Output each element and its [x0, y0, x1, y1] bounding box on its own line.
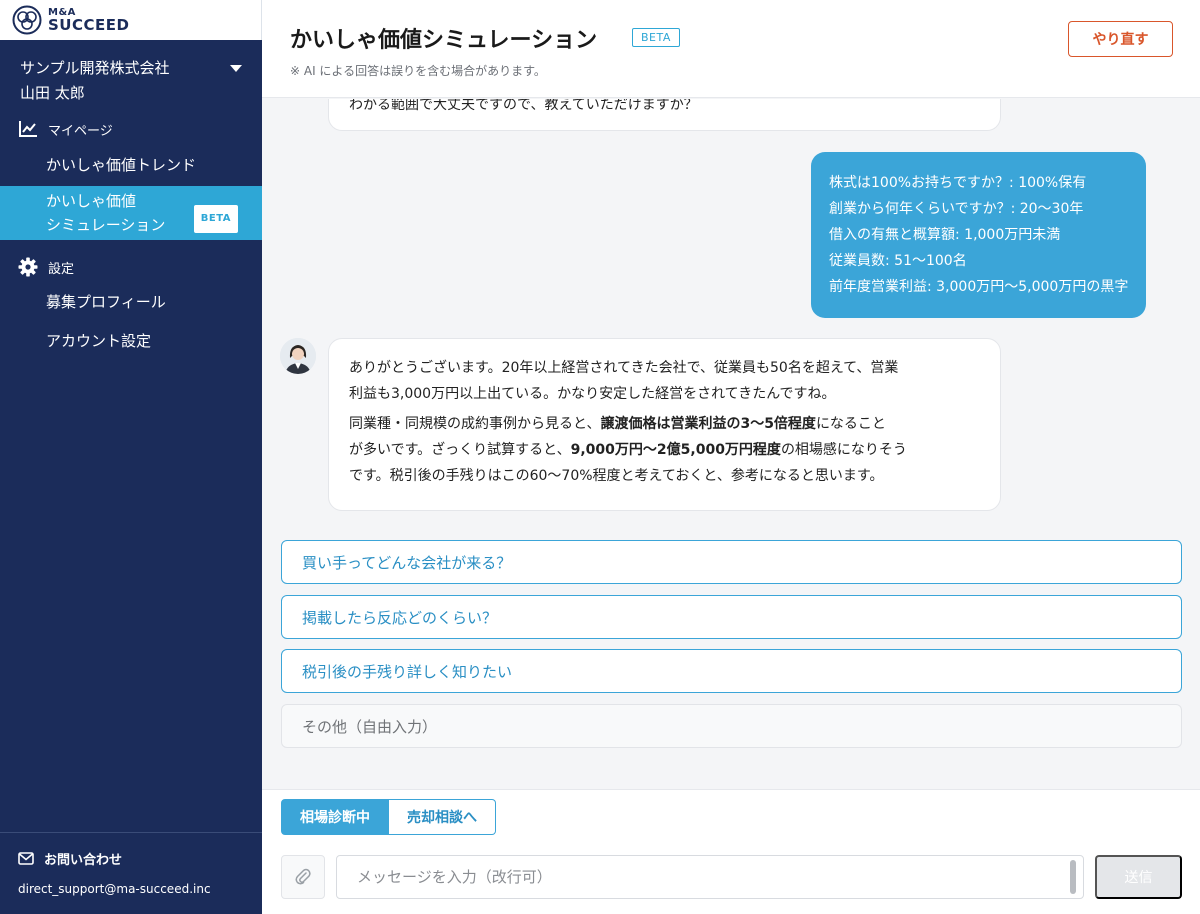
contact-email[interactable]: direct_support@ma-succeed.inc [18, 882, 244, 896]
main-panel: かいしゃ価値シミュレーション BETA ※ AI による回答は誤りを含む場合があ… [262, 0, 1200, 914]
logo-text-line2: SUCCEED [48, 15, 130, 34]
suggestion-button[interactable]: 掲載したら反応どのくらい？ [281, 595, 1182, 639]
suggestion-other-free-input[interactable]: その他（自由入力） [281, 704, 1182, 748]
sidebar-item-label: 募集プロフィール [46, 292, 166, 311]
bot-message: ありがとうございます。20年以上経営されてきた会社で、従業員も50名を超えて、営… [328, 338, 1001, 511]
tab-sale-consultation[interactable]: 売却相談へ [389, 799, 496, 835]
nav-section-settings: 設定 [0, 251, 262, 283]
user-answer-line: 従業員数: 51〜100名 [829, 253, 967, 269]
user-message: 株式は100%お持ちですか？: 100%保有 創業から何年くらいですか？: 20… [811, 152, 1147, 318]
bot-message-previous: わかる範囲で大丈夫ですので、教えていただけますか？ [328, 99, 1001, 131]
user-name: 山田 太郎 [20, 84, 85, 102]
bot-highlight: 9,000万円〜2億5,000万円程度 [570, 442, 781, 458]
sidebar-item-value-simulation[interactable]: かいしゃ価値 シミュレーション BETA [0, 186, 262, 240]
send-button[interactable]: 送信 [1095, 855, 1182, 899]
tab-price-diagnosis[interactable]: 相場診断中 [281, 799, 389, 835]
bot-message-line: 利益も3,000万円以上出ている。かなり安定した経営をされてきたんですね。 [349, 386, 836, 402]
gear-icon [18, 257, 38, 277]
mode-toggle: 相場診断中 売却相談へ [281, 799, 496, 835]
chart-line-icon [19, 121, 37, 137]
sidebar-item-label: かいしゃ価値トレンド [46, 155, 197, 174]
user-answer-line: 借入の有無と概算額: 1,000万円未満 [829, 227, 1061, 243]
bot-message-line: が多いです。ざっくり試算すると、9,000万円〜2億5,000万円程度の相場感に… [349, 442, 907, 458]
mail-icon [18, 852, 34, 865]
bot-message-text: わかる範囲で大丈夫ですので、教えていただけますか？ [349, 99, 698, 113]
bot-highlight: 譲渡価格は営業利益の3〜5倍程度 [600, 416, 816, 432]
attach-button[interactable] [281, 855, 325, 899]
message-input[interactable] [336, 855, 1084, 899]
contact-section: お問い合わせ direct_support@ma-succeed.inc [0, 832, 262, 914]
ai-disclaimer: ※ AI による回答は誤りを含む場合があります。 [290, 64, 546, 78]
input-scrollbar[interactable] [1070, 860, 1076, 894]
bot-message-line: 同業種・同規模の成約事例から見ると、譲渡価格は営業利益の3〜5倍程度になること [349, 416, 886, 432]
sidebar-item-recruit-profile[interactable]: 募集プロフィール [0, 283, 262, 319]
logo[interactable]: M&A SUCCEED [0, 0, 262, 40]
sidebar-item-account-settings[interactable]: アカウント設定 [0, 322, 262, 358]
nav-section-mypage: マイページ [0, 113, 262, 145]
logo-mark-icon [12, 5, 42, 35]
page-title: かいしゃ価値シミュレーション [290, 28, 598, 53]
beta-badge: BETA [632, 28, 680, 47]
composer: 相場診断中 売却相談へ 送信 [262, 789, 1200, 914]
contact-title: お問い合わせ [44, 853, 123, 868]
beta-badge: BETA [193, 205, 238, 233]
suggestion-button[interactable]: 税引後の手残り詳しく知りたい [281, 649, 1182, 693]
suggestion-button[interactable]: 買い手ってどんな会社が来る？ [281, 540, 1182, 584]
sidebar-item-label: アカウント設定 [46, 331, 152, 350]
user-answer-line: 創業から何年くらいですか？: 20〜30年 [829, 201, 1084, 217]
user-answer-line: 株式は100%お持ちですか？: 100%保有 [829, 175, 1087, 191]
nav-section-settings-label: 設定 [48, 261, 75, 277]
sidebar-item-label-line2: シミュレーション [46, 216, 166, 234]
company-name: サンプル開発株式会社 [20, 59, 170, 77]
sidebar: M&A SUCCEED サンプル開発株式会社 山田 太郎 マイページ かいしゃ価… [0, 0, 262, 914]
assistant-avatar [280, 338, 316, 374]
sidebar-item-value-trend[interactable]: かいしゃ価値トレンド [0, 146, 262, 182]
caret-down-icon[interactable] [230, 65, 242, 72]
user-answer-line: 前年度営業利益: 3,000万円〜5,000万円の黒字 [829, 279, 1129, 295]
assistant-avatar-icon [280, 338, 316, 374]
paperclip-icon [295, 868, 311, 885]
nav-section-mypage-label: マイページ [48, 123, 113, 139]
bot-message-line: です。税引後の手残りはこの60〜70%程度と考えておくと、参考になると思います。 [349, 468, 884, 484]
page-header: かいしゃ価値シミュレーション BETA ※ AI による回答は誤りを含む場合があ… [262, 0, 1200, 98]
redo-button[interactable]: やり直す [1068, 21, 1173, 57]
bot-message-line: ありがとうございます。20年以上経営されてきた会社で、従業員も50名を超えて、営… [349, 360, 899, 376]
chat-area[interactable]: わかる範囲で大丈夫ですので、教えていただけますか？ 株式は100%お持ちですか？… [262, 99, 1200, 789]
sidebar-item-label-line1: かいしゃ価値 [46, 192, 137, 210]
